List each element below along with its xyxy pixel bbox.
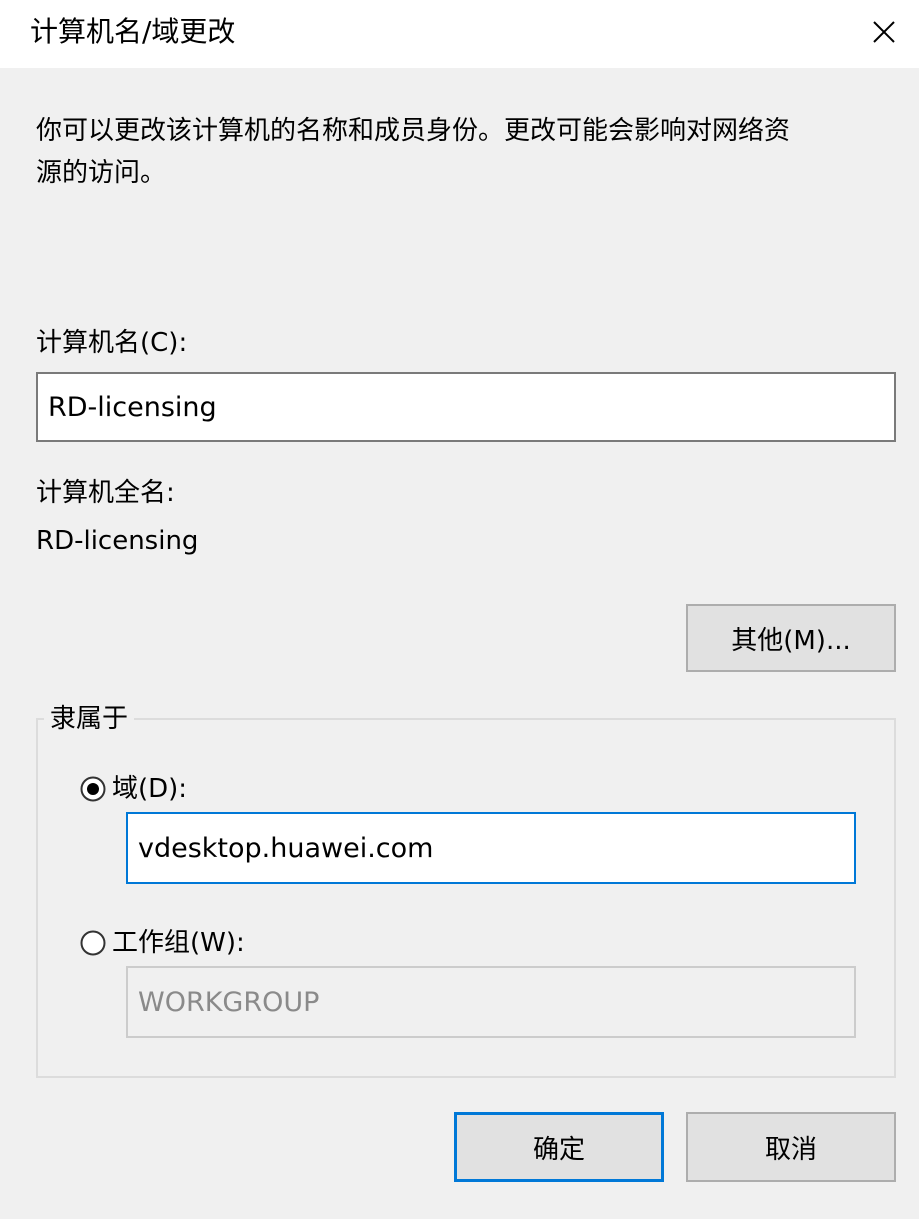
domain-radio[interactable]: 域(D): (80, 772, 187, 806)
workgroup-radio[interactable]: 工作组(W): (80, 926, 245, 960)
full-name-label: 计算机全名: (36, 478, 175, 508)
title-bar: 计算机名/域更改 (0, 0, 919, 68)
cancel-button[interactable]: 取消 (686, 1112, 896, 1182)
member-of-legend: 隶属于 (44, 702, 135, 736)
workgroup-input (126, 966, 856, 1038)
radio-unselected-icon (80, 930, 106, 956)
other-button[interactable]: 其他(M)... (686, 604, 896, 672)
ok-button[interactable]: 确定 (454, 1112, 664, 1182)
computer-name-input[interactable] (36, 372, 896, 442)
computer-name-dialog: 计算机名/域更改 你可以更改该计算机的名称和成员身份。更改可能会影响对网络资 源… (0, 0, 919, 1219)
domain-radio-label: 域(D): (112, 774, 188, 804)
workgroup-radio-label: 工作组(W): (112, 928, 245, 958)
computer-name-label: 计算机名(C): (36, 328, 188, 358)
domain-input[interactable] (126, 812, 856, 884)
radio-selected-icon (80, 776, 106, 802)
full-name-value: RD-licensing (36, 526, 199, 556)
description-text: 你可以更改该计算机的名称和成员身份。更改可能会影响对网络资 源的访问。 (36, 116, 791, 188)
close-icon (873, 21, 895, 43)
window-title: 计算机名/域更改 (30, 15, 236, 48)
close-button[interactable] (862, 10, 906, 54)
